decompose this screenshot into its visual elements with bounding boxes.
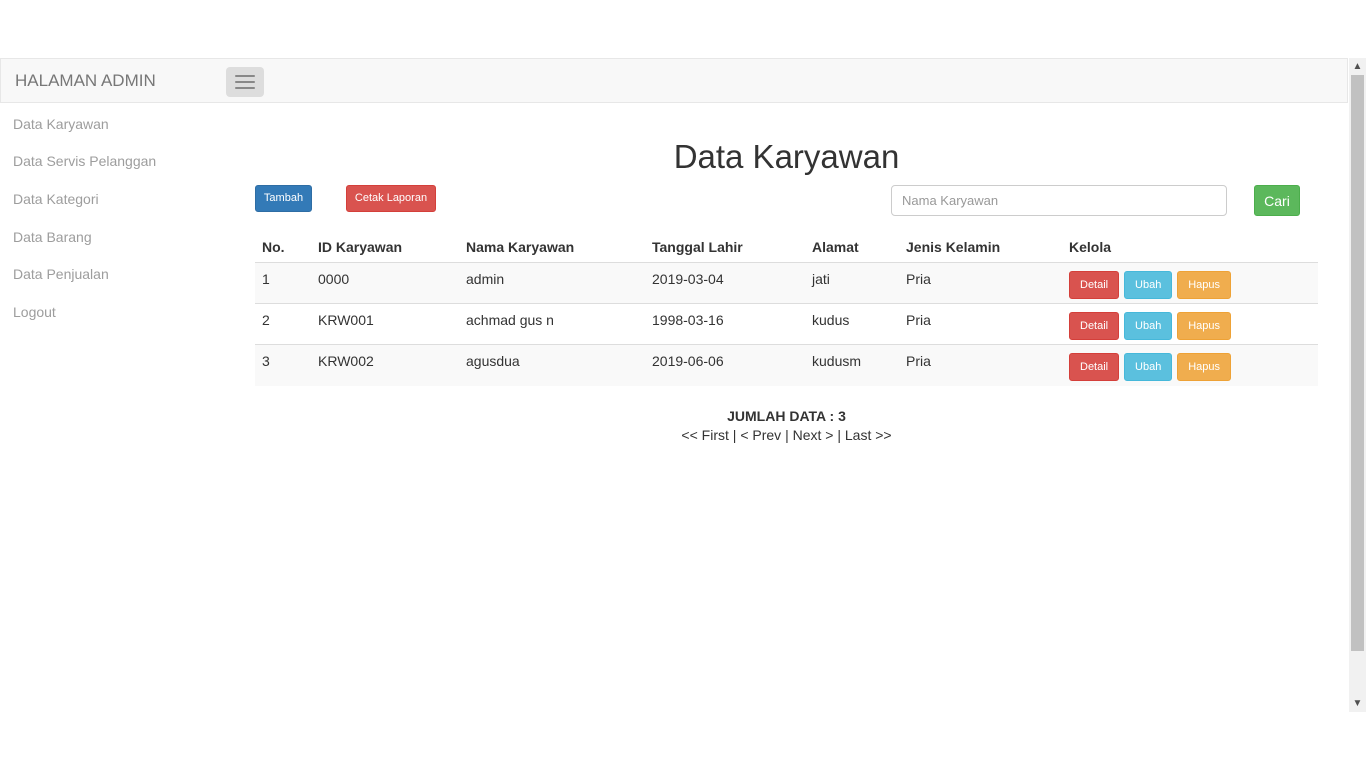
header-id-karyawan: ID Karyawan bbox=[311, 231, 459, 263]
scroll-up-icon[interactable]: ▲ bbox=[1349, 58, 1366, 75]
cell-jenis-kelamin: Pria bbox=[899, 303, 1062, 345]
edit-button[interactable]: Ubah bbox=[1124, 353, 1173, 381]
sidebar-item-data-barang[interactable]: Data Barang bbox=[13, 229, 92, 245]
cell-tanggal-lahir: 2019-03-04 bbox=[645, 262, 805, 304]
total-count: JUMLAH DATA : 3 bbox=[727, 408, 846, 424]
cell-jenis-kelamin: Pria bbox=[899, 344, 1062, 386]
employee-table: No. ID Karyawan Nama Karyawan Tanggal La… bbox=[255, 231, 1318, 386]
header-alamat: Alamat bbox=[805, 231, 899, 263]
table-row: 2 KRW001 achmad gus n 1998-03-16 kudus P… bbox=[255, 303, 1318, 345]
header-kelola: Kelola bbox=[1062, 231, 1318, 263]
cell-no: 3 bbox=[255, 344, 311, 386]
edit-button[interactable]: Ubah bbox=[1124, 312, 1173, 340]
last-page-link[interactable]: Last >> bbox=[845, 427, 892, 443]
delete-button[interactable]: Hapus bbox=[1177, 353, 1231, 381]
header-nama-karyawan: Nama Karyawan bbox=[459, 231, 645, 263]
table-row: 1 0000 admin 2019-03-04 jati Pria Detail… bbox=[255, 262, 1318, 304]
menu-toggle-button[interactable] bbox=[226, 67, 264, 97]
next-page-link[interactable]: Next > bbox=[793, 427, 834, 443]
brand-title[interactable]: HALAMAN ADMIN bbox=[15, 71, 156, 91]
search-input[interactable] bbox=[891, 185, 1227, 216]
hamburger-icon-bar bbox=[235, 87, 255, 89]
sidebar-item-logout[interactable]: Logout bbox=[13, 304, 56, 320]
table-summary: JUMLAH DATA : 3 << First | < Prev | Next… bbox=[255, 408, 1318, 443]
page-title: Data Karyawan bbox=[673, 138, 900, 175]
cell-kelola: Detail Ubah Hapus bbox=[1062, 303, 1318, 345]
cell-alamat: jati bbox=[805, 262, 899, 304]
cell-alamat: kudusm bbox=[805, 344, 899, 386]
app-frame: HALAMAN ADMIN Data Karyawan Data Servis … bbox=[0, 58, 1366, 712]
cell-tanggal-lahir: 2019-06-06 bbox=[645, 344, 805, 386]
table-row: 3 KRW002 agusdua 2019-06-06 kudusm Pria … bbox=[255, 344, 1318, 386]
cell-kelola: Detail Ubah Hapus bbox=[1062, 344, 1318, 386]
pagination-separator: | bbox=[785, 427, 789, 443]
cell-nama: achmad gus n bbox=[459, 303, 645, 345]
header-tanggal-lahir: Tanggal Lahir bbox=[645, 231, 805, 263]
edit-button[interactable]: Ubah bbox=[1124, 271, 1173, 299]
vertical-scrollbar[interactable]: ▲ ▼ bbox=[1349, 58, 1366, 712]
detail-button[interactable]: Detail bbox=[1069, 353, 1120, 381]
add-button[interactable]: Tambah bbox=[255, 185, 312, 212]
cell-no: 1 bbox=[255, 262, 311, 304]
hamburger-icon-bar bbox=[235, 81, 255, 83]
sidebar-item-data-karyawan[interactable]: Data Karyawan bbox=[13, 116, 109, 132]
sidebar-item-data-servis-pelanggan[interactable]: Data Servis Pelanggan bbox=[13, 153, 156, 169]
cell-jenis-kelamin: Pria bbox=[899, 262, 1062, 304]
top-navbar: HALAMAN ADMIN bbox=[0, 58, 1348, 103]
delete-button[interactable]: Hapus bbox=[1177, 312, 1231, 340]
cell-alamat: kudus bbox=[805, 303, 899, 345]
hamburger-icon-bar bbox=[235, 75, 255, 77]
cell-id: KRW002 bbox=[311, 344, 459, 386]
scrollbar-thumb[interactable] bbox=[1351, 75, 1364, 651]
pagination-separator: | bbox=[732, 427, 737, 443]
print-report-button[interactable]: Cetak Laporan bbox=[346, 185, 436, 212]
cell-id: KRW001 bbox=[311, 303, 459, 345]
cell-nama: agusdua bbox=[459, 344, 645, 386]
header-no: No. bbox=[255, 231, 311, 263]
detail-button[interactable]: Detail bbox=[1069, 271, 1120, 299]
cell-tanggal-lahir: 1998-03-16 bbox=[645, 303, 805, 345]
delete-button[interactable]: Hapus bbox=[1177, 271, 1231, 299]
sidebar-item-data-kategori[interactable]: Data Kategori bbox=[13, 191, 99, 207]
search-button[interactable]: Cari bbox=[1254, 185, 1300, 216]
cell-nama: admin bbox=[459, 262, 645, 304]
pagination: << First | < Prev | Next > | Last >> bbox=[255, 427, 1318, 443]
table-header-row: No. ID Karyawan Nama Karyawan Tanggal La… bbox=[255, 231, 1318, 263]
scroll-down-icon[interactable]: ▼ bbox=[1349, 695, 1366, 712]
first-page-link[interactable]: << First bbox=[681, 427, 728, 443]
prev-page-link[interactable]: < Prev bbox=[740, 427, 781, 443]
pagination-separator: | bbox=[837, 427, 841, 443]
cell-kelola: Detail Ubah Hapus bbox=[1062, 262, 1318, 304]
sidebar-item-data-penjualan[interactable]: Data Penjualan bbox=[13, 266, 109, 282]
header-jenis-kelamin: Jenis Kelamin bbox=[899, 231, 1062, 263]
cell-id: 0000 bbox=[311, 262, 459, 304]
detail-button[interactable]: Detail bbox=[1069, 312, 1120, 340]
cell-no: 2 bbox=[255, 303, 311, 345]
